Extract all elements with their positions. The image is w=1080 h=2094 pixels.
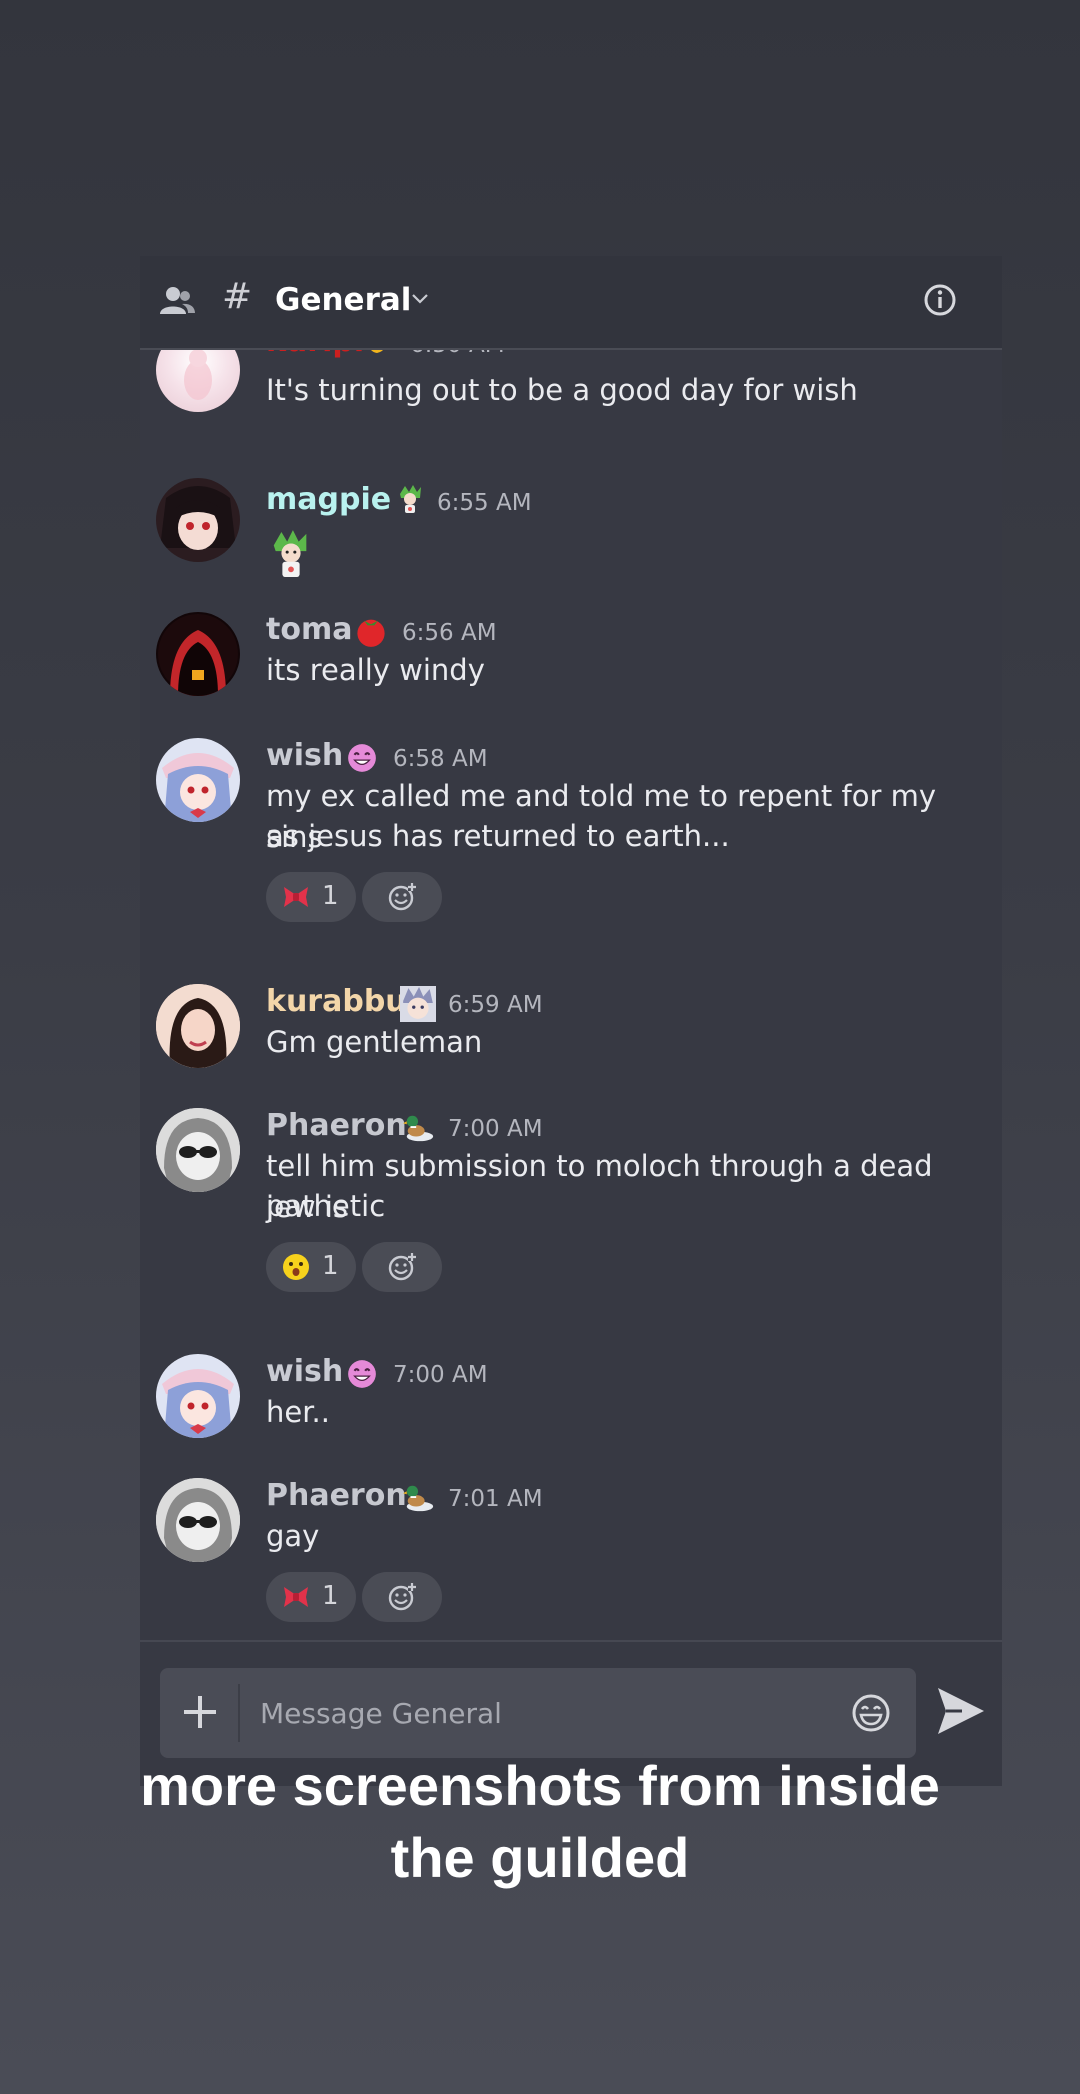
channel-header: # General (140, 256, 1002, 350)
message-input[interactable] (260, 1688, 800, 1738)
plus-icon[interactable] (178, 1690, 222, 1734)
add-reaction-icon (388, 1583, 416, 1611)
chat-panel: # General kuripi 6:50 AM It's turning ou… (140, 256, 1002, 1786)
message: Phaeron 7:00 AM tell him submission to m… (140, 1102, 1002, 1312)
avatar[interactable] (156, 1108, 240, 1192)
reaction-count: 1 (322, 1251, 339, 1281)
timestamp: 7:00 AM (448, 1116, 543, 1142)
message-text: its really windy (266, 653, 485, 687)
bow-icon (284, 887, 308, 907)
message: Phaeron 7:01 AM gay 1 (140, 1472, 1002, 1622)
composer-separator (238, 1684, 240, 1742)
add-reaction-button[interactable] (362, 1242, 442, 1292)
chevron-down-icon[interactable] (408, 286, 432, 310)
message-text: gay (266, 1519, 320, 1553)
avatar[interactable] (156, 738, 240, 822)
avatar[interactable] (156, 350, 240, 412)
reaction[interactable]: 1 (266, 1572, 356, 1622)
username[interactable]: kuripi (266, 350, 364, 359)
timestamp: 6:59 AM (448, 992, 543, 1018)
gold-g-badge-icon (371, 350, 383, 353)
username[interactable]: wish (266, 738, 343, 773)
duck-icon (403, 1485, 434, 1512)
timestamp: 7:00 AM (393, 1362, 488, 1388)
message-text: pathetic (266, 1189, 386, 1223)
avatar[interactable] (156, 984, 240, 1068)
message: magpie 6:55 AM (140, 466, 1002, 578)
add-reaction-icon (388, 883, 416, 911)
username[interactable]: wish (266, 1354, 343, 1389)
members-icon[interactable] (158, 282, 196, 320)
surprised-face-icon (283, 1254, 309, 1280)
bow-icon (284, 1587, 308, 1607)
username[interactable]: Phaeron (266, 1108, 407, 1143)
add-reaction-icon (388, 1253, 416, 1281)
reaction[interactable]: 1 (266, 872, 356, 922)
avatar[interactable] (156, 1478, 240, 1562)
message-text: Gm gentleman (266, 1025, 483, 1059)
emoji-icon[interactable] (850, 1692, 892, 1734)
anime-character-icon (400, 986, 436, 1022)
timestamp: 7:01 AM (448, 1486, 543, 1512)
channel-hash-icon: # (222, 276, 253, 317)
add-reaction-button[interactable] (362, 872, 442, 922)
smiling-face-icon (348, 1360, 376, 1388)
username[interactable]: Phaeron (266, 1478, 407, 1513)
username[interactable]: toma (266, 612, 352, 647)
info-icon[interactable] (922, 282, 958, 318)
username[interactable]: kurabbu (266, 984, 407, 1019)
reaction[interactable]: 1 (266, 1242, 356, 1292)
message: wish 7:00 AM her.. (140, 1348, 1002, 1448)
message: kuripi 6:50 AM It's turning out to be a … (140, 350, 1002, 440)
timestamp: 6:58 AM (393, 746, 488, 772)
avatar[interactable] (156, 1354, 240, 1438)
message: toma 6:56 AM its really windy (140, 606, 1002, 706)
timestamp: 6:56 AM (402, 620, 497, 646)
composer-divider (140, 1640, 1002, 1642)
channel-title[interactable]: General (275, 282, 411, 318)
send-icon[interactable] (934, 1684, 988, 1738)
username[interactable]: magpie (266, 482, 391, 517)
add-reaction-button[interactable] (362, 1572, 442, 1622)
reaction-count: 1 (322, 881, 339, 911)
smiling-face-icon (348, 744, 376, 772)
message: wish 6:58 AM my ex called me and told me… (140, 732, 1002, 942)
timestamp: 6:50 AM (410, 350, 505, 358)
reaction-count: 1 (322, 1581, 339, 1611)
message-text: her.. (266, 1395, 330, 1429)
message: kurabbu 6:59 AM Gm gentleman (140, 978, 1002, 1078)
message-text: as jesus has returned to earth... (266, 819, 730, 853)
green-haired-character-icon (400, 485, 421, 513)
caption-overlay: more screenshots from inside the guilded (140, 1754, 940, 1889)
timestamp: 6:55 AM (437, 490, 532, 516)
message-text: It's turning out to be a good day for wi… (266, 373, 858, 407)
avatar[interactable] (156, 612, 240, 696)
tomato-icon (357, 619, 385, 647)
message-composer (160, 1668, 916, 1758)
duck-icon (403, 1115, 434, 1142)
avatar[interactable] (156, 478, 240, 562)
green-haired-character-emoji (273, 530, 307, 578)
